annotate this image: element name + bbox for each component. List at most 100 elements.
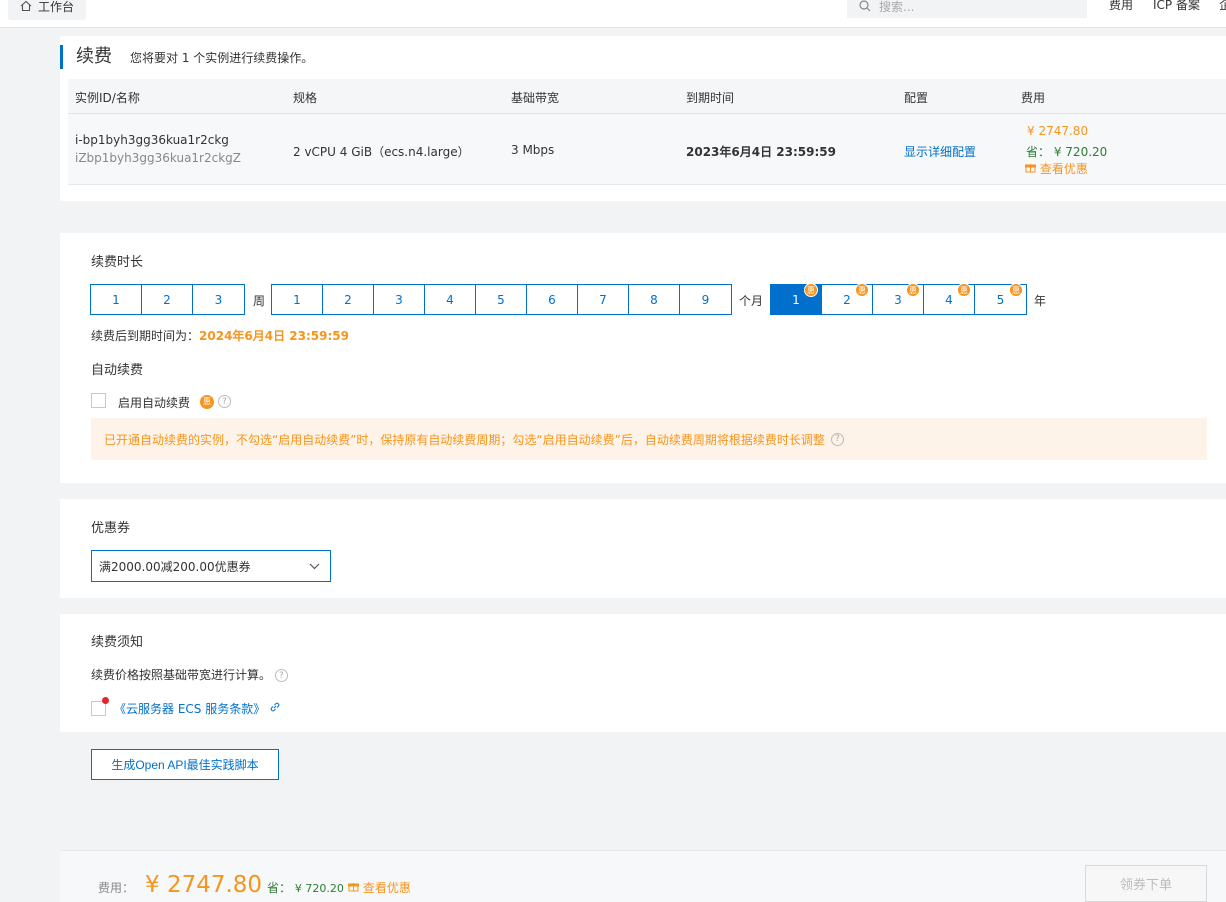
duration-label: 续费时长 bbox=[91, 255, 144, 270]
year-option-2-label: 2 bbox=[843, 292, 851, 307]
col-config: 配置 bbox=[904, 91, 929, 105]
auto-renew-checkbox-label[interactable]: 启用自动续费 bbox=[118, 394, 190, 411]
gift-icon bbox=[348, 883, 359, 892]
home-icon bbox=[20, 0, 32, 12]
discount-badge: 惠 bbox=[804, 283, 818, 297]
year-option-4-label: 4 bbox=[945, 292, 953, 307]
col-spec: 规格 bbox=[293, 91, 318, 105]
year-unit: 年 bbox=[1034, 294, 1047, 308]
workbench-label: 工作台 bbox=[38, 0, 75, 14]
terms-note: 续费价格按照基础带宽进行计算。 ? bbox=[91, 666, 288, 683]
auto-renew-checkbox[interactable] bbox=[91, 393, 106, 408]
month-option-8[interactable]: 8 bbox=[629, 285, 680, 314]
agreement-link-text: 《云服务器 ECS 服务条款》 bbox=[114, 702, 266, 716]
order-footer: 费用： ¥ 2747.80 省： ¥ 720.20 查看优惠 领券下单 bbox=[60, 850, 1226, 902]
row-discount-link[interactable]: 查看优惠 bbox=[1025, 160, 1088, 177]
year-option-3-label: 3 bbox=[894, 292, 902, 307]
month-option-4[interactable]: 4 bbox=[425, 285, 476, 314]
col-expire: 到期时间 bbox=[686, 91, 735, 105]
year-option-5[interactable]: 5惠 bbox=[975, 283, 1026, 314]
month-option-7[interactable]: 7 bbox=[578, 285, 629, 314]
year-option-4[interactable]: 4惠 bbox=[924, 283, 975, 314]
discount-badge: 惠 bbox=[906, 283, 920, 297]
week-options: 1 2 3 bbox=[90, 284, 245, 315]
year-option-3[interactable]: 3惠 bbox=[873, 283, 924, 314]
agreement-link[interactable]: 《云服务器 ECS 服务条款》 bbox=[114, 700, 281, 717]
instance-expire: 2023年6月4日 23:59:59 bbox=[686, 145, 836, 159]
terms-label: 续费须知 bbox=[91, 635, 144, 650]
year-option-1-label: 1 bbox=[792, 292, 800, 307]
footer-fee-label: 费用： bbox=[98, 881, 135, 895]
show-config-link[interactable]: 显示详细配置 bbox=[904, 143, 976, 160]
footer-discount-label: 查看优惠 bbox=[362, 881, 411, 895]
week-option-1[interactable]: 1 bbox=[91, 285, 142, 314]
help-icon[interactable]: ? bbox=[274, 669, 288, 682]
search-placeholder: 搜索... bbox=[879, 0, 915, 14]
help-icon[interactable]: ? bbox=[217, 395, 231, 408]
footer-save-label: 省： bbox=[267, 881, 292, 895]
col-instance: 实例ID/名称 bbox=[75, 91, 140, 105]
instance-id: i-bp1byh3gg36kua1r2ckg bbox=[75, 133, 229, 147]
table-row: i-bp1byh3gg36kua1r2ckg iZbp1byh3gg36kua1… bbox=[68, 114, 1226, 185]
month-unit: 个月 bbox=[739, 294, 764, 308]
footer-discount-link[interactable]: 查看优惠 bbox=[348, 879, 411, 896]
month-option-1[interactable]: 1 bbox=[272, 285, 323, 314]
instance-spec: 2 vCPU 4 GiB（ecs.n4.large） bbox=[293, 145, 470, 159]
week-option-2[interactable]: 2 bbox=[142, 285, 193, 314]
generate-api-script-button[interactable]: 生成Open API最佳实践脚本 bbox=[91, 749, 279, 780]
renew-expire-info: 续费后到期时间为：2024年6月4日 23:59:59 bbox=[91, 327, 349, 344]
renew-expire-label: 续费后到期时间为： bbox=[91, 329, 200, 343]
workbench-button[interactable]: 工作台 bbox=[8, 0, 87, 20]
row-price: ¥ 2747.80 bbox=[1027, 124, 1089, 138]
renew-expire-value: 2024年6月4日 23:59:59 bbox=[199, 329, 349, 343]
auto-renew-notice: 已开通自动续费的实例，不勾选“启用自动续费”时，保持原有自动续费周期；勾选“启用… bbox=[91, 418, 1207, 460]
table-header: 实例ID/名称 规格 基础带宽 到期时间 配置 费用 bbox=[68, 79, 1226, 114]
year-option-1[interactable]: 1惠 bbox=[771, 283, 822, 314]
terms-note-text: 续费价格按照基础带宽进行计算。 bbox=[91, 668, 272, 682]
instance-table: 实例ID/名称 规格 基础带宽 到期时间 配置 费用 i-bp1byh3gg36… bbox=[68, 79, 1226, 185]
agreement-checkbox[interactable] bbox=[91, 697, 109, 716]
page-header: 续费 您将要对 1 个实例进行续费操作。 bbox=[60, 45, 313, 69]
week-option-3[interactable]: 3 bbox=[193, 285, 244, 314]
instance-bandwidth: 3 Mbps bbox=[511, 143, 555, 157]
page-title: 续费 bbox=[76, 46, 112, 67]
search-input[interactable]: 搜索... bbox=[847, 0, 1087, 18]
footer-price: ¥ 2747.80 bbox=[145, 872, 263, 898]
year-options: 1惠 2惠 3惠 4惠 5惠 bbox=[770, 283, 1027, 315]
month-option-3[interactable]: 3 bbox=[374, 285, 425, 314]
month-option-9[interactable]: 9 bbox=[680, 285, 731, 314]
footer-save: 省： ¥ 720.20 bbox=[267, 879, 344, 896]
nav-icp[interactable]: ICP 备案 bbox=[1153, 0, 1200, 13]
search-icon bbox=[859, 0, 871, 12]
page-subtitle: 您将要对 1 个实例进行续费操作。 bbox=[130, 51, 314, 65]
year-option-5-label: 5 bbox=[996, 292, 1005, 307]
auto-renew-notice-text: 已开通自动续费的实例，不勾选“启用自动续费”时，保持原有自动续费周期；勾选“启用… bbox=[104, 432, 825, 447]
discount-badge: 惠 bbox=[957, 283, 971, 297]
discount-badge-icon: 惠 bbox=[200, 394, 214, 409]
order-button[interactable]: 领券下单 bbox=[1085, 865, 1207, 902]
row-discount-label: 查看优惠 bbox=[1039, 162, 1088, 176]
week-unit: 周 bbox=[253, 294, 266, 308]
row-save-label: 省： bbox=[1026, 145, 1051, 159]
section-divider bbox=[60, 201, 1226, 217]
nav-fees[interactable]: 费用 bbox=[1109, 0, 1133, 13]
footer-save-value: ¥ 720.20 bbox=[294, 882, 344, 895]
nav-enterprise[interactable]: 企 bbox=[1219, 0, 1226, 13]
duration-card: 续费时长 1 2 3 周 1 2 3 4 5 6 7 8 9 个月 1惠 2惠 … bbox=[60, 233, 1226, 483]
year-option-2[interactable]: 2惠 bbox=[822, 283, 873, 314]
discount-badge: 惠 bbox=[855, 283, 869, 297]
help-icon[interactable]: ? bbox=[830, 432, 844, 446]
row-save: 省： ¥ 720.20 bbox=[1026, 143, 1107, 160]
month-option-5[interactable]: 5 bbox=[476, 285, 527, 314]
renew-summary-card: 续费 您将要对 1 个实例进行续费操作。 实例ID/名称 规格 基础带宽 到期时… bbox=[60, 36, 1226, 201]
row-save-value: ¥ 720.20 bbox=[1053, 145, 1108, 159]
chevron-down-icon bbox=[309, 563, 320, 569]
gift-icon bbox=[1025, 164, 1036, 173]
top-bar: 工作台 搜索... 费用 ICP 备案 企 bbox=[0, 0, 1226, 28]
col-fee: 费用 bbox=[1021, 91, 1046, 105]
month-option-2[interactable]: 2 bbox=[323, 285, 374, 314]
coupon-select[interactable]: 满2000.00减200.00优惠券 bbox=[91, 550, 331, 582]
required-dot-icon bbox=[102, 697, 109, 704]
col-bandwidth: 基础带宽 bbox=[511, 91, 560, 105]
month-option-6[interactable]: 6 bbox=[527, 285, 578, 314]
